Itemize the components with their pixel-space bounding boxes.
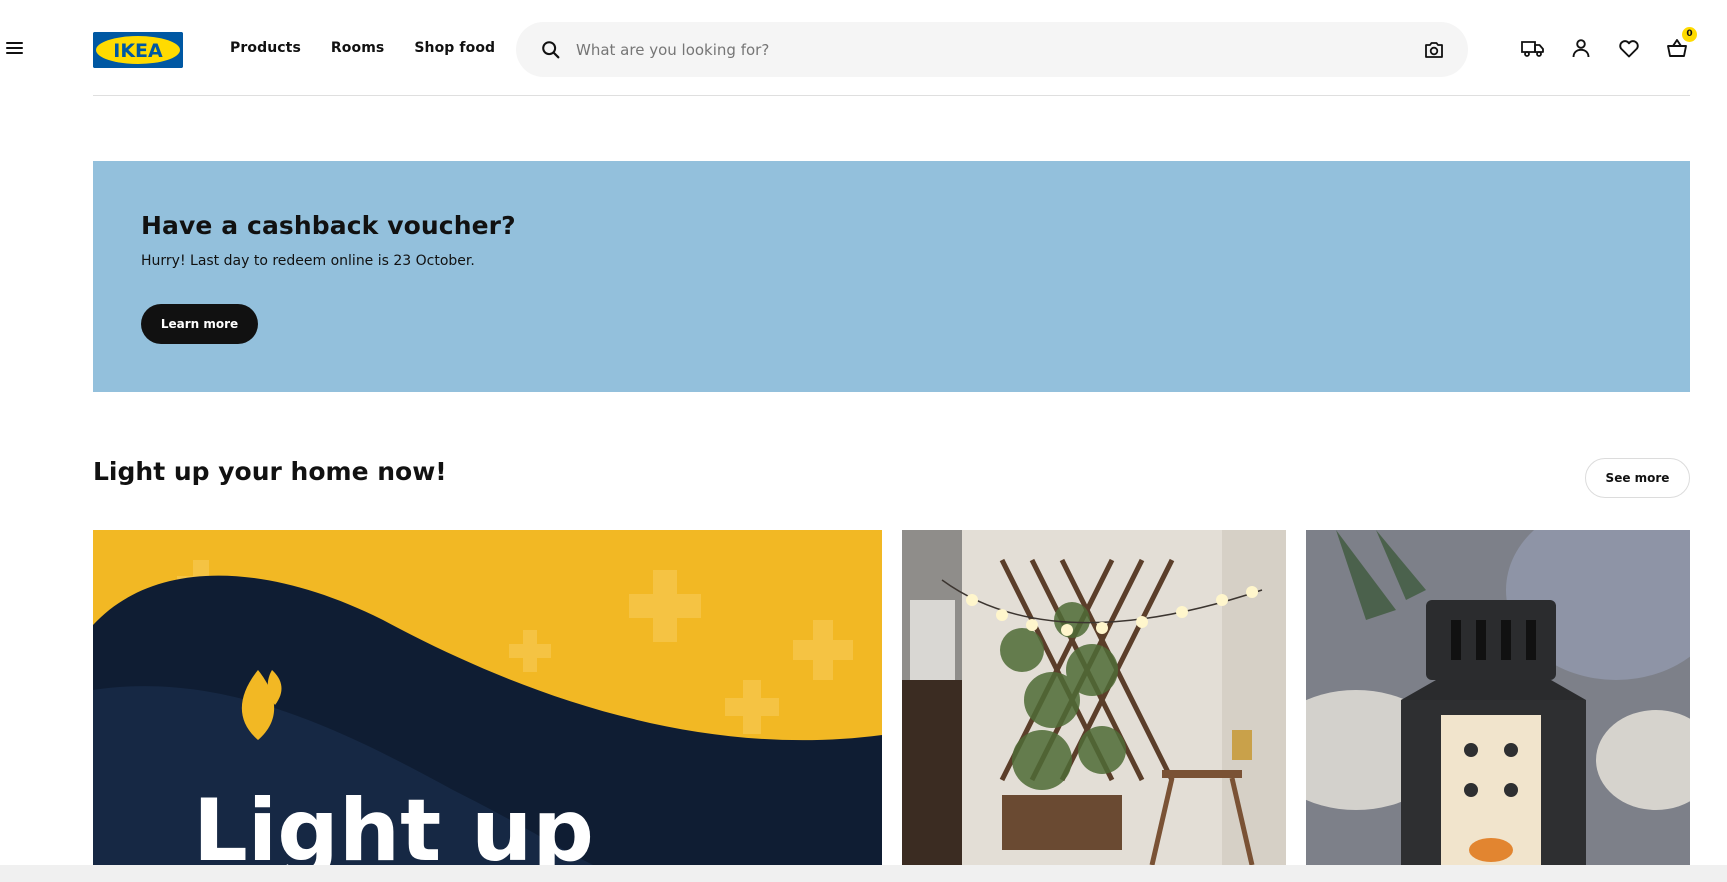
nav-rooms[interactable]: Rooms bbox=[331, 40, 384, 56]
light-up-promo-image: Light up bbox=[93, 530, 882, 865]
menu-icon[interactable] bbox=[6, 39, 26, 61]
banner-text: Hurry! Last day to redeem online is 23 O… bbox=[141, 253, 475, 269]
site-header: IKEA Products Rooms Shop food What are y… bbox=[0, 0, 1727, 96]
product-card-lantern[interactable] bbox=[1306, 530, 1690, 865]
cart-count-badge: 0 bbox=[1682, 27, 1697, 42]
search-input[interactable] bbox=[576, 32, 1376, 67]
section-title: Light up your home now! bbox=[93, 457, 447, 486]
promo-card-light-up[interactable]: Light up bbox=[93, 530, 882, 865]
header-divider bbox=[93, 95, 1690, 96]
bottom-scroll-area bbox=[0, 865, 1727, 882]
banner-title: Have a cashback voucher? bbox=[141, 211, 516, 240]
learn-more-button[interactable]: Learn more bbox=[141, 304, 258, 344]
nav-products[interactable]: Products bbox=[230, 40, 301, 56]
search-bar bbox=[516, 22, 1468, 77]
account-icon[interactable] bbox=[1569, 36, 1593, 60]
delivery-truck-icon[interactable] bbox=[1521, 36, 1545, 60]
product-card-string-lights[interactable] bbox=[902, 530, 1286, 865]
ikea-logo[interactable]: IKEA bbox=[93, 32, 183, 68]
logo-text: IKEA bbox=[113, 40, 163, 62]
main-nav: Products Rooms Shop food bbox=[230, 40, 495, 56]
nav-shop-food[interactable]: Shop food bbox=[414, 40, 495, 56]
cashback-voucher-banner: Have a cashback voucher? Hurry! Last day… bbox=[93, 161, 1690, 392]
header-actions: 0 bbox=[1521, 27, 1697, 60]
cart-icon[interactable]: 0 bbox=[1665, 27, 1697, 60]
heart-icon[interactable] bbox=[1617, 36, 1641, 60]
promo-headline: Light up bbox=[193, 781, 594, 865]
balcony-string-lights-image bbox=[902, 530, 1286, 865]
search-icon[interactable] bbox=[540, 39, 562, 61]
camera-icon[interactable] bbox=[1422, 38, 1446, 62]
see-more-button[interactable]: See more bbox=[1585, 458, 1690, 498]
black-lantern-image bbox=[1306, 530, 1690, 865]
